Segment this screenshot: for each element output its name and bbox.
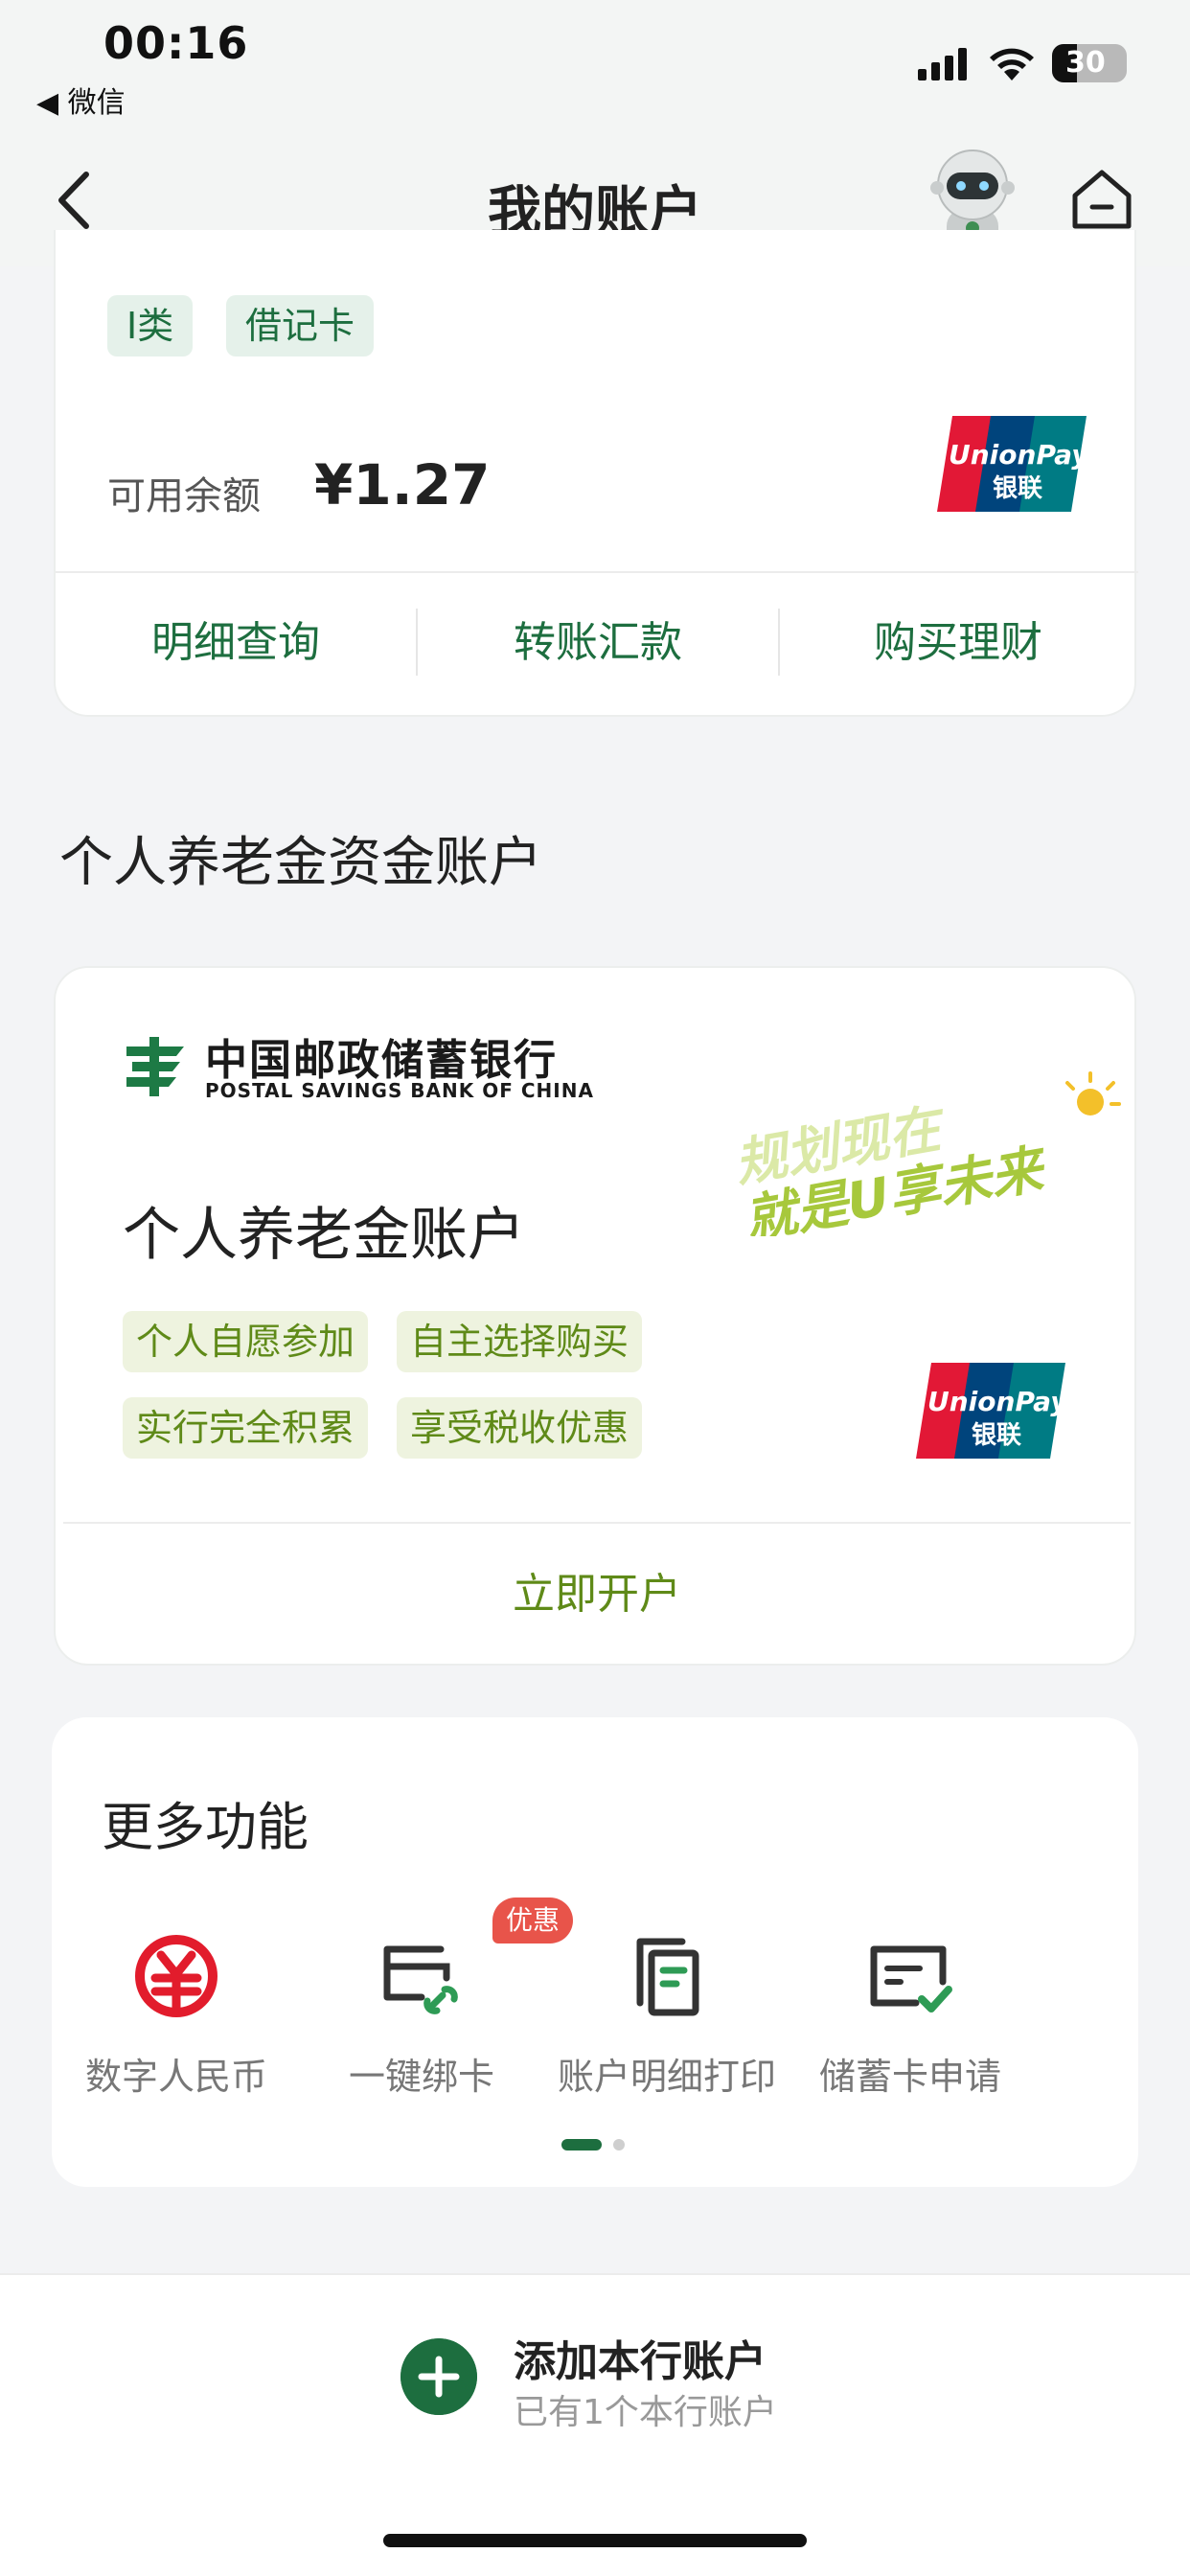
status-time: 00:16	[103, 17, 249, 69]
balance-value: ¥1.27	[314, 452, 491, 518]
function-label: 储蓄卡申请	[818, 2056, 1001, 2098]
bank-name: 中国邮政储蓄银行	[205, 1036, 558, 1085]
battery-level: 30	[1065, 46, 1106, 80]
status-bar: 00:16 ◀ 微信 30	[0, 0, 1190, 134]
transfer-button[interactable]: 转账汇款	[418, 571, 778, 715]
more-functions-title: 更多功能	[102, 1797, 309, 1857]
feature-tag: 自主选择购买	[397, 1311, 643, 1372]
pension-account-card: 中国邮政储蓄银行 POSTAL SAVINGS BANK OF CHINA 规划…	[54, 966, 1136, 1666]
wifi-icon	[990, 48, 1034, 80]
card-apply-button[interactable]: 储蓄卡申请	[786, 1928, 1035, 2100]
home-indicator	[383, 2534, 807, 2547]
feature-tag: 个人自愿参加	[123, 1311, 369, 1372]
function-label: 账户明细打印	[557, 2056, 776, 2098]
psbc-logo-icon	[126, 1037, 184, 1096]
digital-rmb-icon	[135, 1935, 217, 2017]
add-account-title[interactable]: 添加本行账户	[514, 2327, 767, 2388]
feature-tag: 享受税收优惠	[397, 1397, 643, 1459]
unionpay-logo: UnionPay 银联	[916, 1363, 1067, 1459]
transaction-details-button[interactable]: 明细查询	[56, 571, 416, 715]
battery-icon: 30	[1052, 44, 1127, 82]
bind-card-button[interactable]: 一键绑卡	[297, 1928, 546, 2100]
page-indicator-active	[561, 2139, 602, 2150]
digital-rmb-button[interactable]: 数字人民币	[52, 1928, 301, 2100]
buy-wealth-button[interactable]: 购买理财	[778, 571, 1138, 715]
home-icon[interactable]	[1067, 165, 1136, 234]
open-account-button[interactable]: 立即开户	[56, 1524, 1138, 1666]
function-label: 数字人民币	[84, 2056, 267, 2098]
card-apply-icon	[870, 1945, 952, 2012]
balance-label: 可用余额	[107, 474, 261, 518]
svg-text:银联: 银联	[972, 1421, 1021, 1450]
debit-account-card: I类 借记卡 UnionPay 银联 可用余额 ¥1.27 明细查询 转账汇款 …	[54, 230, 1138, 717]
unionpay-logo: UnionPay 银联	[937, 416, 1088, 512]
feature-tag: 实行完全积累	[123, 1397, 369, 1459]
svg-text:UnionPay: UnionPay	[949, 439, 1088, 471]
add-account-bar[interactable]: 添加本行账户 已有1个本行账户	[0, 2273, 1190, 2576]
print-statement-button[interactable]: 账户明细打印	[542, 1928, 791, 2100]
pension-account-title: 个人养老金账户	[123, 1202, 525, 1269]
account-class-tag: I类	[107, 295, 194, 356]
function-label: 一键绑卡	[348, 2056, 494, 2098]
bind-card-icon	[383, 1945, 458, 2014]
plus-icon[interactable]	[400, 2338, 477, 2415]
print-statement-icon	[636, 1938, 699, 2016]
cellular-signal-icon	[918, 48, 967, 80]
bank-name-en: POSTAL SAVINGS BANK OF CHINA	[205, 1079, 594, 1102]
svg-text:银联: 银联	[993, 474, 1042, 503]
svg-text:UnionPay: UnionPay	[927, 1386, 1067, 1417]
card-type-tag: 借记卡	[226, 295, 375, 356]
slogan-graphic: 规划现在 就是U享未来	[730, 1071, 1121, 1236]
add-account-subtitle: 已有1个本行账户	[514, 2393, 777, 2432]
page-indicator-dot[interactable]	[613, 2139, 625, 2150]
more-functions-card: 更多功能 数字人民币 一键绑卡 优惠 账户明细打印 储蓄卡申请	[52, 1717, 1138, 2187]
back-to-app-link[interactable]: ◀ 微信	[36, 79, 126, 121]
pension-section-title: 个人养老金资金账户	[59, 832, 542, 894]
